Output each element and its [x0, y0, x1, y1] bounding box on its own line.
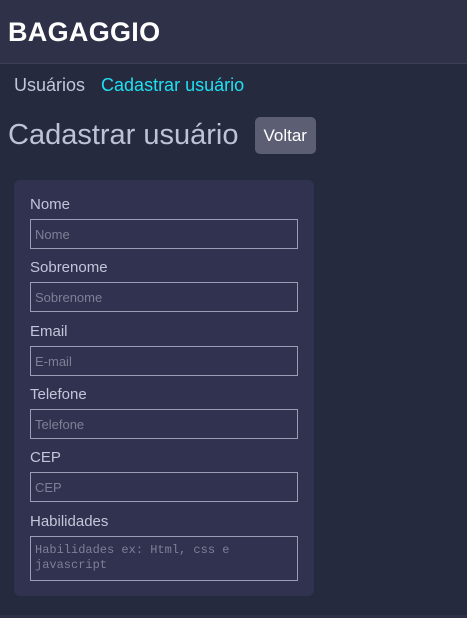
nome-label: Nome	[30, 196, 71, 213]
habilidades-label: Habilidades	[30, 513, 109, 530]
page-title: Cadastrar usuário	[8, 119, 239, 151]
field-group-email: Email	[30, 323, 298, 376]
cep-input[interactable]	[30, 472, 298, 502]
email-input[interactable]	[30, 346, 298, 376]
field-group-habilidades: Habilidades	[30, 513, 298, 581]
breadcrumb-link-usuarios[interactable]: Usuários	[14, 75, 85, 96]
breadcrumb: Usuários Cadastrar usuário	[14, 75, 244, 96]
sobrenome-input[interactable]	[30, 282, 298, 312]
page-header: Cadastrar usuário Voltar	[8, 117, 316, 154]
breadcrumb-link-cadastrar-usuario[interactable]: Cadastrar usuário	[101, 75, 244, 96]
user-registration-form: Nome Sobrenome Email Telefone CEP Habili…	[14, 180, 314, 596]
sobrenome-label: Sobrenome	[30, 259, 108, 276]
field-group-cep: CEP	[30, 449, 298, 502]
brand-logo[interactable]: BAGAGGIO	[8, 17, 160, 48]
top-navbar: BAGAGGIO	[0, 0, 467, 64]
cep-label: CEP	[30, 449, 61, 466]
habilidades-textarea[interactable]	[30, 536, 298, 581]
back-button[interactable]: Voltar	[254, 117, 316, 154]
field-group-nome: Nome	[30, 196, 298, 249]
email-label: Email	[30, 323, 68, 340]
field-group-telefone: Telefone	[30, 386, 298, 439]
telefone-input[interactable]	[30, 409, 298, 439]
nome-input[interactable]	[30, 219, 298, 249]
field-group-sobrenome: Sobrenome	[30, 259, 298, 312]
telefone-label: Telefone	[30, 386, 87, 403]
